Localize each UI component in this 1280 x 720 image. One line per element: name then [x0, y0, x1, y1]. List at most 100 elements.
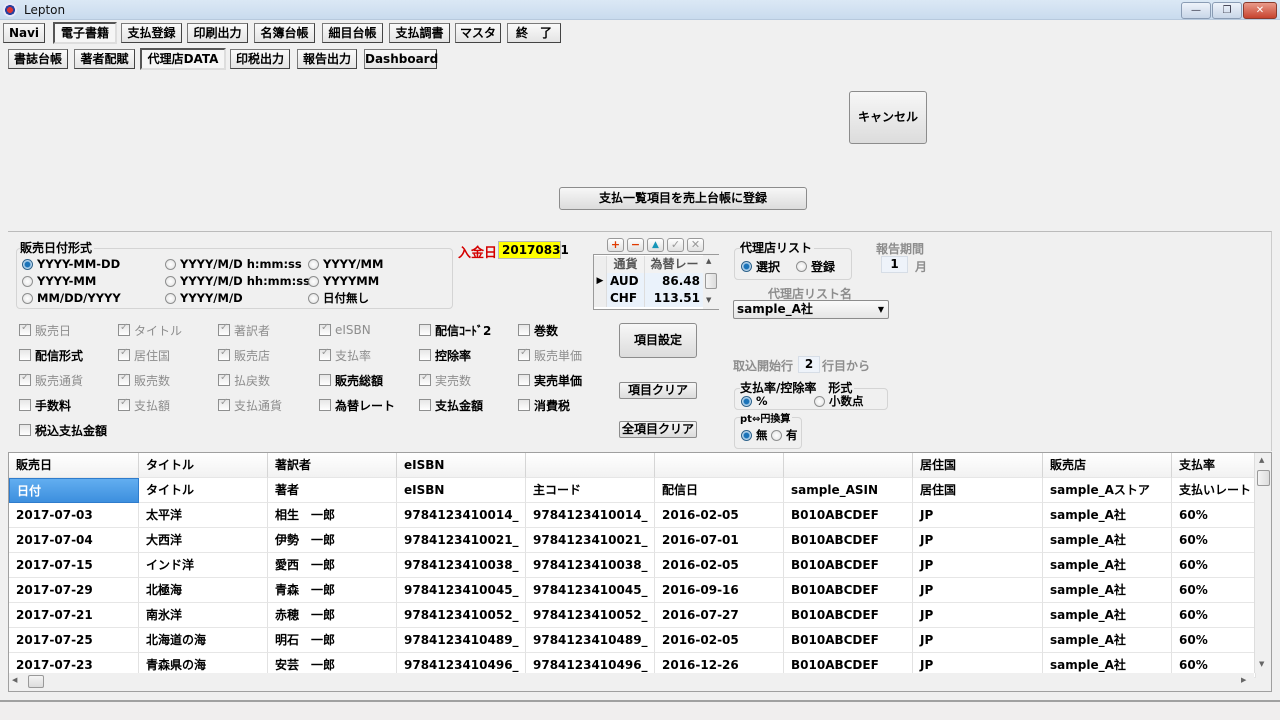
- column-header[interactable]: 支払率: [1172, 453, 1256, 478]
- close-button[interactable]: ✕: [1243, 2, 1277, 19]
- radio-agency-register[interactable]: 登録: [796, 258, 835, 274]
- subtab-author-allocation[interactable]: 著者配賦: [74, 49, 135, 69]
- table-cell[interactable]: JP: [913, 628, 1043, 653]
- radio-pt-no[interactable]: 無: [741, 427, 768, 443]
- scroll-thumb[interactable]: [28, 675, 44, 688]
- currency-row[interactable]: CHF 113.51: [594, 290, 704, 307]
- column-header[interactable]: 居住国: [913, 453, 1043, 478]
- table-cell[interactable]: 2017-07-25: [9, 628, 139, 653]
- column-header[interactable]: 著訳者: [268, 453, 397, 478]
- table-cell[interactable]: B010ABCDEF: [784, 603, 913, 628]
- radio-agency-select[interactable]: 選択: [741, 258, 780, 274]
- restore-button[interactable]: ❐: [1212, 2, 1242, 19]
- column-header[interactable]: [655, 453, 784, 478]
- table-cell[interactable]: 2017-07-29: [9, 578, 139, 603]
- table-cell[interactable]: sample_A社: [1043, 553, 1172, 578]
- scroll-thumb[interactable]: [1257, 470, 1270, 486]
- table-cell[interactable]: 2017-07-15: [9, 553, 139, 578]
- table-row[interactable]: 2017-07-25 北海道の海 明石 一郎 9784123410489_ 978412…: [9, 628, 1256, 653]
- table-cell[interactable]: 北海道の海: [139, 628, 268, 653]
- table-cell[interactable]: インド洋: [139, 553, 268, 578]
- table-cell[interactable]: 9784123410014_: [397, 503, 526, 528]
- table-cell[interactable]: 9784123410052_: [397, 603, 526, 628]
- deposit-date-input[interactable]: 20170831: [498, 241, 569, 259]
- table-cell[interactable]: タイトル: [139, 478, 268, 503]
- table-cell[interactable]: 青森 一郎: [268, 578, 397, 603]
- subtab-agency-data[interactable]: 代理店DATA: [140, 48, 226, 70]
- table-cell[interactable]: 明石 一郎: [268, 628, 397, 653]
- table-cell[interactable]: B010ABCDEF: [784, 628, 913, 653]
- field-checkbox[interactable]: 為替レート: [319, 397, 395, 413]
- table-cell[interactable]: 60%: [1172, 603, 1256, 628]
- radio-date-mm-dd-yyyy[interactable]: MM/DD/YYYY: [22, 290, 121, 306]
- table-cell[interactable]: 9784123410489_: [526, 628, 655, 653]
- radio-rate-percent[interactable]: %: [741, 393, 768, 409]
- table-cell[interactable]: 2016-07-27: [655, 603, 784, 628]
- table-cell[interactable]: 60%: [1172, 553, 1256, 578]
- table-cell[interactable]: 北極海: [139, 578, 268, 603]
- column-header[interactable]: タイトル: [139, 453, 268, 478]
- table-cell[interactable]: 2016-07-01: [655, 528, 784, 553]
- table-cell[interactable]: B010ABCDEF: [784, 578, 913, 603]
- table-cell[interactable]: 60%: [1172, 503, 1256, 528]
- all-item-clear-button[interactable]: 全項目クリア: [619, 421, 697, 438]
- table-cell[interactable]: B010ABCDEF: [784, 528, 913, 553]
- scroll-down-icon[interactable]: ▼: [706, 296, 711, 304]
- table-cell[interactable]: 9784123410052_: [526, 603, 655, 628]
- radio-date-ymd-hmmss[interactable]: YYYY/M/D h:mm:ss: [165, 256, 302, 272]
- scroll-down-icon[interactable]: ▼: [1259, 660, 1264, 668]
- radio-rate-decimal[interactable]: 小数点: [814, 393, 864, 409]
- subtab-royalty-output[interactable]: 印税出力: [230, 49, 290, 69]
- radio-pt-yes[interactable]: 有: [771, 427, 798, 443]
- table-cell[interactable]: 2016-02-05: [655, 503, 784, 528]
- table-horizontal-scrollbar[interactable]: ◀ ▶: [9, 673, 1254, 690]
- table-cell[interactable]: 9784123410014_: [526, 503, 655, 528]
- table-cell[interactable]: 60%: [1172, 628, 1256, 653]
- remove-currency-button[interactable]: −: [627, 238, 644, 252]
- item-settings-button[interactable]: 項目設定: [619, 323, 697, 358]
- column-header[interactable]: 販売日: [9, 453, 139, 478]
- tab-ebook[interactable]: 電子書籍: [53, 22, 117, 44]
- tab-roster[interactable]: 名簿台帳: [254, 23, 315, 43]
- table-cell[interactable]: eISBN: [397, 478, 526, 503]
- radio-date-yyyymm[interactable]: YYYYMM: [308, 273, 379, 289]
- table-cell[interactable]: 9784123410045_: [526, 578, 655, 603]
- tab-print-output[interactable]: 印刷出力: [187, 23, 248, 43]
- table-cell[interactable]: 9784123410489_: [397, 628, 526, 653]
- cancel-button[interactable]: キャンセル: [849, 91, 927, 144]
- radio-date-yyyy-mm-dd[interactable]: YYYY-MM-DD: [22, 256, 120, 272]
- table-row[interactable]: 2017-07-03 太平洋 相生 一郎 9784123410014_ 97841234…: [9, 503, 1256, 528]
- table-cell[interactable]: 9784123410045_: [397, 578, 526, 603]
- field-checkbox[interactable]: 税込支払金額: [19, 422, 107, 438]
- radio-date-yyyy-slash-mm[interactable]: YYYY/MM: [308, 256, 383, 272]
- scroll-up-icon[interactable]: ▲: [1259, 456, 1264, 464]
- scroll-up-icon[interactable]: ▲: [706, 257, 711, 265]
- register-to-sales-ledger-button[interactable]: 支払一覧項目を売上台帳に登録: [559, 187, 807, 210]
- table-cell[interactable]: 配信日: [655, 478, 784, 503]
- table-row[interactable]: 2017-07-29 北極海 青森 一郎 9784123410045_ 97841234…: [9, 578, 1256, 603]
- table-cell[interactable]: 2017-07-21: [9, 603, 139, 628]
- table-cell[interactable]: 愛西 一郎: [268, 553, 397, 578]
- add-currency-button[interactable]: +: [607, 238, 624, 252]
- field-checkbox[interactable]: 手数料: [19, 397, 71, 413]
- table-cell[interactable]: 赤穂 一郎: [268, 603, 397, 628]
- table-row[interactable]: 2017-07-15 インド洋 愛西 一郎 9784123410038_ 9784123…: [9, 553, 1256, 578]
- item-clear-button[interactable]: 項目クリア: [619, 382, 697, 399]
- table-cell[interactable]: 9784123410038_: [526, 553, 655, 578]
- table-row[interactable]: 2017-07-21 南氷洋 赤穂 一郎 9784123410052_ 97841234…: [9, 603, 1256, 628]
- subtab-dashboard[interactable]: Dashboard: [364, 49, 438, 69]
- table-cell[interactable]: sample_A社: [1043, 503, 1172, 528]
- table-cell[interactable]: 主コード: [526, 478, 655, 503]
- column-header[interactable]: eISBN: [397, 453, 526, 478]
- tab-master[interactable]: マスタ: [455, 23, 501, 43]
- tab-detail-ledger[interactable]: 細目台帳: [322, 23, 383, 43]
- table-cell[interactable]: 著者: [268, 478, 397, 503]
- field-checkbox[interactable]: 巻数: [518, 322, 558, 338]
- radio-date-yyyy-mm[interactable]: YYYY-MM: [22, 273, 96, 289]
- table-cell[interactable]: 9784123410038_: [397, 553, 526, 578]
- scroll-right-icon[interactable]: ▶: [1241, 676, 1246, 684]
- radio-date-ymd[interactable]: YYYY/M/D: [165, 290, 243, 306]
- cancel-edit-button[interactable]: ✕: [687, 238, 704, 252]
- radio-date-none[interactable]: 日付無し: [308, 290, 369, 306]
- field-checkbox[interactable]: 支払金額: [419, 397, 483, 413]
